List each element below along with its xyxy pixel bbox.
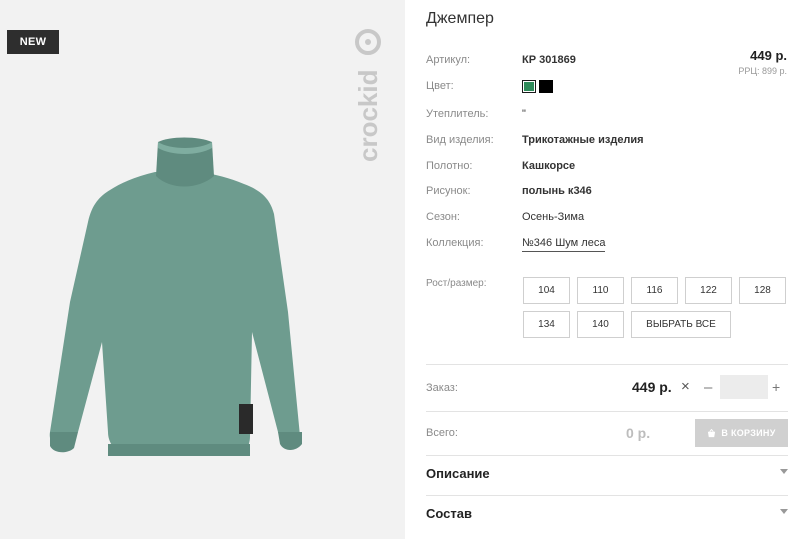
quantity-input[interactable] [720,375,768,399]
sweater-collar [156,137,214,187]
type-value: Трикотажные изделия [522,134,644,146]
add-to-cart-button[interactable]: В КОРЗИНУ [695,419,788,447]
chevron-down-icon [780,509,788,514]
divider-order [426,364,788,365]
basket-icon [708,428,716,437]
order-price: 449 р. [632,379,672,395]
attr-pattern: Рисунок: полынь к346 [426,185,786,201]
quantity-increase-button[interactable]: + [772,379,780,395]
quantity-decrease-button[interactable]: – [704,380,712,396]
select-all-sizes-button[interactable]: ВЫБРАТЬ ВСЕ [631,311,731,338]
size-label: Рост/размер: [426,278,487,289]
attr-fabric: Полотно: Кашкорсе [426,160,786,176]
composition-title: Состав [426,506,472,521]
pattern-label: Рисунок: [426,185,471,197]
season-value: Осень-Зима [522,211,585,223]
divider-description [426,455,788,456]
color-swatch-green[interactable] [522,80,536,93]
size-button-116[interactable]: 116 [631,277,678,304]
insulation-label: Утеплитель: [426,108,489,120]
brand-logo-text: crockid [353,70,383,163]
size-button-134[interactable]: 134 [523,311,570,338]
sweater-body [49,172,300,456]
product-title: Джемпер [426,10,494,27]
attr-season: Сезон: Осень-Зима [426,211,786,227]
collection-label: Коллекция: [426,237,484,249]
collection-link[interactable]: №346 Шум леса [522,237,606,252]
insulation-value: " [522,108,526,120]
description-accordion[interactable]: Описание [426,459,788,489]
size-button-110[interactable]: 110 [577,277,624,304]
article-label: Артикул: [426,54,471,66]
article-value: КР 301869 [522,54,576,66]
brand-logo: crockid [353,29,383,163]
size-button-104[interactable]: 104 [523,277,570,304]
fabric-value: Кашкорсе [522,160,576,172]
new-badge: NEW [7,30,59,54]
total-value: 0 р. [626,425,651,441]
sweater-hem [108,444,250,456]
attr-insulation: Утеплитель: " [426,108,786,124]
product-image-panel: NEW crockid [0,0,405,539]
color-label: Цвет: [426,80,454,92]
product-details: Джемпер 449 р. РРЦ: 899 р. Артикул: КР 3… [426,0,800,539]
attr-article: Артикул: КР 301869 [426,54,786,70]
composition-accordion[interactable]: Состав [426,499,788,529]
color-swatches [522,80,553,93]
add-to-cart-label: В КОРЗИНУ [721,428,776,438]
attr-collection: Коллекция: №346 Шум леса [426,237,786,253]
fabric-label: Полотно: [426,160,473,172]
order-label: Заказ: [426,382,458,394]
pattern-value: полынь к346 [522,185,592,197]
product-photo[interactable] [30,132,360,462]
total-label: Всего: [426,427,458,439]
color-swatch-black[interactable] [539,80,553,93]
season-label: Сезон: [426,211,460,223]
left-cuff [50,432,78,453]
attr-color: Цвет: [426,80,786,96]
chevron-down-icon [780,469,788,474]
divider-total [426,411,788,412]
type-label: Вид изделия: [426,134,494,146]
size-button-122[interactable]: 122 [685,277,732,304]
description-title: Описание [426,466,490,481]
label-patch [239,404,253,434]
size-button-140[interactable]: 140 [577,311,624,338]
size-button-128[interactable]: 128 [739,277,786,304]
right-cuff [278,432,302,450]
attr-type: Вид изделия: Трикотажные изделия [426,134,786,150]
times-icon: × [681,378,690,395]
divider-composition [426,495,788,496]
